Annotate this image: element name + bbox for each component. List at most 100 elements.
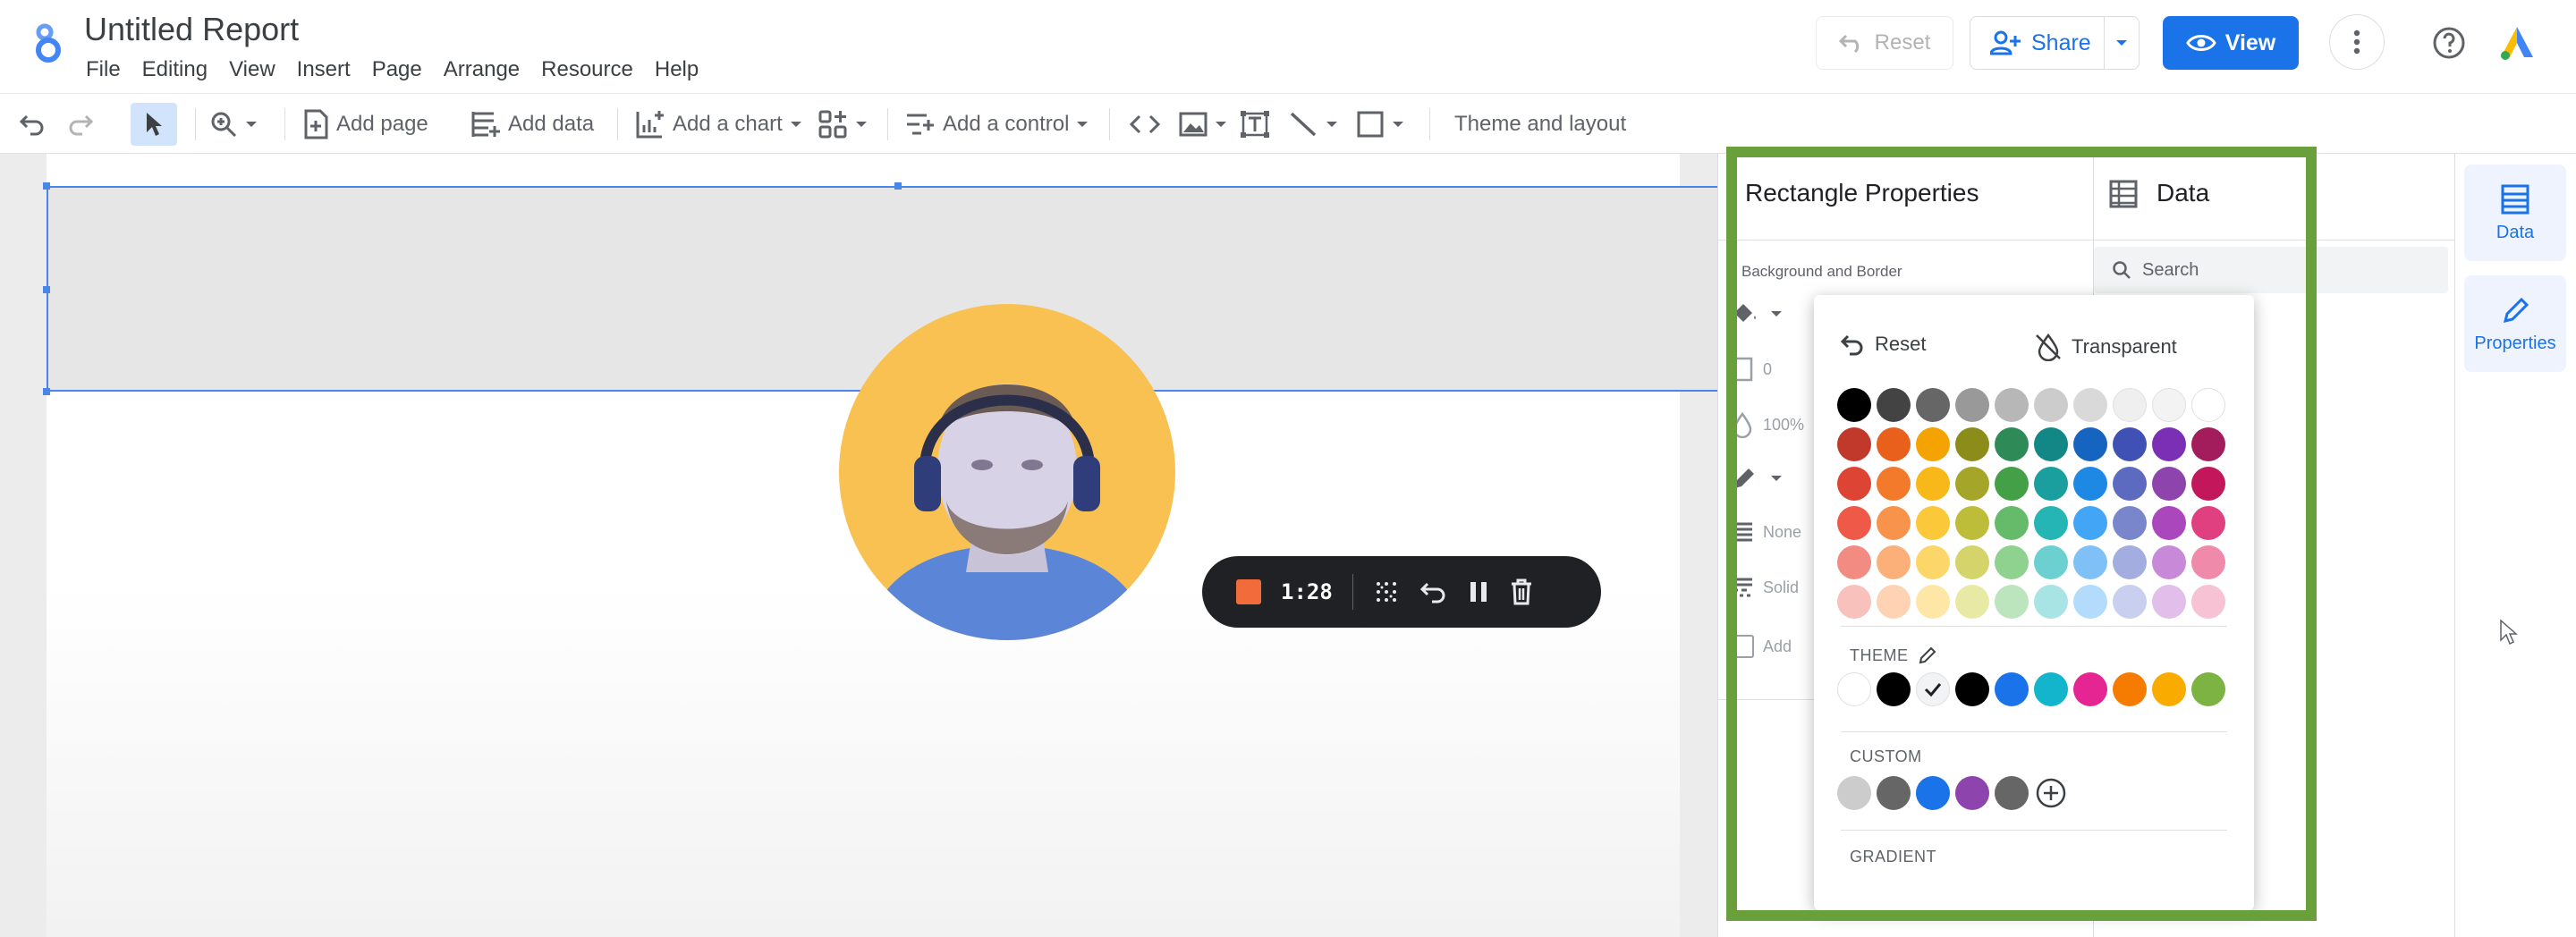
color-swatch[interactable] [1955, 545, 1989, 579]
edit-theme-pencil-icon[interactable] [1918, 646, 1937, 665]
color-swatch[interactable] [1955, 467, 1989, 501]
color-swatch[interactable] [2191, 388, 2225, 422]
view-button[interactable]: View [2163, 16, 2299, 70]
color-swatch[interactable] [2073, 467, 2107, 501]
menu-insert[interactable]: Insert [286, 57, 361, 82]
color-swatch[interactable] [1955, 427, 1989, 461]
more-options-icon[interactable] [2329, 14, 2385, 70]
color-swatch[interactable] [1955, 388, 1989, 422]
custom-color-swatch[interactable] [1955, 776, 1989, 810]
add-control-button[interactable]: Add a control [905, 94, 1089, 155]
color-swatch[interactable] [2034, 467, 2068, 501]
add-chart-button[interactable]: Add a chart [635, 94, 802, 155]
color-swatch[interactable] [1995, 545, 2029, 579]
color-swatch[interactable] [2152, 506, 2186, 540]
embed-url-icon[interactable] [1129, 94, 1161, 155]
theme-color-swatch[interactable] [2073, 672, 2107, 706]
trash-icon[interactable] [1509, 578, 1534, 606]
color-swatch[interactable] [1916, 427, 1950, 461]
image-button[interactable] [1179, 94, 1227, 155]
resize-handle[interactable] [43, 388, 50, 395]
color-swatch[interactable] [1837, 585, 1871, 619]
theme-color-swatch[interactable] [2113, 672, 2147, 706]
resize-handle[interactable] [43, 286, 50, 293]
color-swatch[interactable] [2152, 585, 2186, 619]
transparent-button[interactable]: Transparent [2034, 333, 2177, 361]
color-swatch[interactable] [2113, 506, 2147, 540]
add-shadow-checkbox[interactable] [1731, 635, 1754, 658]
theme-color-swatch[interactable] [1877, 672, 1911, 706]
color-swatch[interactable] [2034, 506, 2068, 540]
color-swatch[interactable] [1877, 545, 1911, 579]
restart-icon[interactable] [1419, 580, 1448, 604]
add-custom-color-icon[interactable] [2034, 776, 2068, 810]
zoom-button[interactable] [209, 94, 258, 155]
color-swatch[interactable] [1877, 585, 1911, 619]
color-swatch[interactable] [2152, 388, 2186, 422]
theme-and-layout-button[interactable]: Theme and layout [1454, 94, 1626, 155]
color-swatch[interactable] [2191, 585, 2225, 619]
fill-color-control[interactable] [1731, 300, 1783, 327]
color-swatch[interactable] [2191, 545, 2225, 579]
color-swatch[interactable] [1995, 467, 2029, 501]
color-swatch[interactable] [1916, 506, 1950, 540]
data-tab-button[interactable]: Data [2464, 165, 2566, 261]
theme-color-swatch[interactable] [2034, 672, 2068, 706]
color-swatch[interactable] [1837, 388, 1871, 422]
color-swatch[interactable] [2034, 427, 2068, 461]
border-weight-control[interactable]: 0 [1731, 356, 1772, 383]
menu-page[interactable]: Page [361, 57, 433, 82]
drag-grid-icon[interactable] [1373, 578, 1400, 605]
menu-help[interactable]: Help [644, 57, 709, 82]
color-swatch[interactable] [1995, 388, 2029, 422]
share-dropdown-icon[interactable] [2105, 38, 2139, 47]
redo-icon[interactable] [66, 94, 93, 155]
color-swatch[interactable] [2191, 467, 2225, 501]
properties-tab-button[interactable]: Properties [2464, 275, 2566, 372]
menu-view[interactable]: View [218, 57, 286, 82]
stop-recording-button[interactable] [1236, 579, 1261, 604]
color-swatch[interactable] [2113, 585, 2147, 619]
color-swatch[interactable] [2191, 427, 2225, 461]
color-swatch[interactable] [2073, 545, 2107, 579]
report-title[interactable]: Untitled Report [84, 11, 299, 48]
color-swatch[interactable] [2113, 427, 2147, 461]
help-icon[interactable] [2431, 25, 2467, 61]
menu-resource[interactable]: Resource [530, 57, 644, 82]
community-viz-button[interactable] [818, 94, 868, 155]
theme-color-swatch[interactable] [2152, 672, 2186, 706]
color-swatch[interactable] [1955, 585, 1989, 619]
color-swatch[interactable] [2113, 545, 2147, 579]
add-page-button[interactable]: Add page [302, 94, 428, 155]
color-swatch[interactable] [1877, 467, 1911, 501]
border-style-control[interactable]: Solid [1731, 576, 1799, 599]
color-swatch[interactable] [2191, 506, 2225, 540]
color-swatch[interactable] [1877, 506, 1911, 540]
color-swatch[interactable] [2034, 585, 2068, 619]
color-swatch[interactable] [2073, 388, 2107, 422]
color-swatch[interactable] [1995, 585, 2029, 619]
color-swatch[interactable] [2034, 545, 2068, 579]
color-swatch[interactable] [2113, 388, 2147, 422]
color-swatch[interactable] [1837, 427, 1871, 461]
theme-color-swatch[interactable] [1995, 672, 2029, 706]
color-swatch[interactable] [2113, 467, 2147, 501]
resize-handle[interactable] [43, 182, 50, 190]
color-swatch[interactable] [1877, 388, 1911, 422]
color-swatch[interactable] [1837, 467, 1871, 501]
custom-color-swatch[interactable] [1877, 776, 1911, 810]
shape-tool-button[interactable] [1356, 94, 1404, 155]
theme-color-swatch[interactable] [2191, 672, 2225, 706]
theme-color-swatch[interactable] [1837, 672, 1871, 706]
color-swatch[interactable] [2073, 427, 2107, 461]
data-search-input[interactable]: Search [2094, 247, 2448, 293]
color-swatch[interactable] [2034, 388, 2068, 422]
opacity-control[interactable]: 100% [1731, 411, 1804, 438]
color-swatch[interactable] [1955, 506, 1989, 540]
color-swatch[interactable] [1837, 506, 1871, 540]
line-tool-button[interactable] [1288, 94, 1338, 155]
color-swatch[interactable] [2152, 427, 2186, 461]
color-swatch[interactable] [1916, 585, 1950, 619]
line-style-control[interactable]: None [1731, 520, 1801, 544]
resize-handle[interactable] [894, 182, 902, 190]
